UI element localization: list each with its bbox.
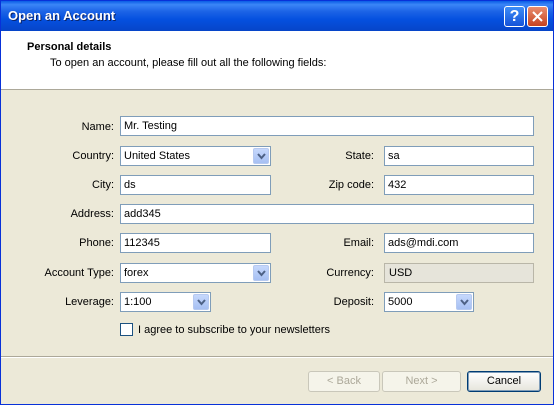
close-button[interactable] [527, 6, 548, 27]
phone-label: Phone: [79, 237, 114, 249]
address-label: Address: [70, 208, 114, 220]
account-type-dropdown-button[interactable] [253, 265, 269, 281]
email-label: Email: [343, 237, 374, 249]
leverage-select[interactable]: 1:100 [120, 292, 211, 312]
leverage-label: Leverage: [65, 296, 114, 308]
header-title: Personal details [27, 41, 112, 53]
footer-divider [1, 356, 553, 358]
title-bar[interactable]: Open an Account ? [1, 1, 553, 31]
header-subtitle: To open an account, please fill out all … [50, 57, 327, 69]
deposit-dropdown-button[interactable] [456, 294, 472, 310]
chevron-down-icon [257, 153, 266, 160]
deposit-label: Deposit: [333, 296, 374, 308]
chevron-down-icon [460, 299, 469, 306]
account-type-label: Account Type: [44, 267, 114, 279]
close-icon [532, 11, 543, 22]
country-label: Country: [72, 150, 114, 162]
zip-label: Zip code: [328, 179, 374, 191]
newsletter-checkbox[interactable] [120, 323, 133, 336]
deposit-value: 5000 [388, 296, 413, 308]
email-field[interactable]: ads@mdi.com [384, 233, 534, 253]
country-value: United States [124, 150, 191, 162]
state-label: State: [345, 150, 374, 162]
chevron-down-icon [197, 299, 206, 306]
deposit-select[interactable]: 5000 [384, 292, 474, 312]
address-field[interactable]: add345 [120, 204, 534, 224]
state-field[interactable]: sa [384, 146, 534, 166]
next-button[interactable]: Next > [382, 371, 461, 392]
wizard-header: Personal details To open an account, ple… [1, 31, 553, 90]
country-select[interactable]: United States [120, 146, 271, 166]
leverage-dropdown-button[interactable] [193, 294, 209, 310]
city-field[interactable]: ds [120, 175, 271, 195]
name-field[interactable]: Mr. Testing [120, 116, 534, 136]
account-type-select[interactable]: forex [120, 263, 271, 283]
city-label: City: [92, 179, 114, 191]
zip-field[interactable]: 432 [384, 175, 534, 195]
newsletter-label[interactable]: I agree to subscribe to your newsletters [138, 324, 330, 336]
account-type-value: forex [124, 267, 149, 279]
phone-field[interactable]: 112345 [120, 233, 271, 253]
currency-field: USD [384, 263, 534, 283]
open-account-dialog: Open an Account ? Personal details To op… [0, 0, 554, 405]
leverage-value: 1:100 [124, 296, 152, 308]
cancel-button[interactable]: Cancel [467, 371, 541, 392]
back-button[interactable]: < Back [308, 371, 380, 392]
chevron-down-icon [257, 270, 266, 277]
country-dropdown-button[interactable] [253, 148, 269, 164]
name-label: Name: [81, 121, 114, 133]
help-button[interactable]: ? [504, 6, 525, 27]
currency-label: Currency: [326, 267, 374, 279]
window-title: Open an Account [8, 8, 116, 23]
